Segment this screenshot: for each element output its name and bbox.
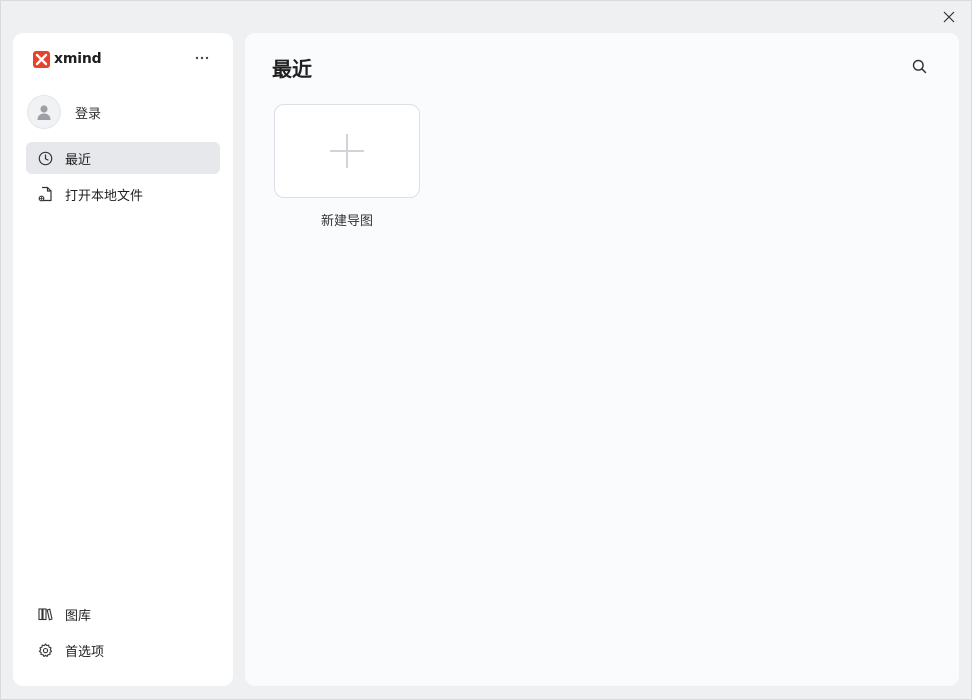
close-button[interactable] [940, 8, 958, 26]
gear-icon [38, 642, 53, 657]
brand-name: xmind [54, 51, 102, 67]
main-panel: 最近 新建导图 [245, 33, 959, 686]
sign-in-label: 登录 [75, 106, 102, 122]
sidebar-item-preferences[interactable]: 首选项 [26, 634, 220, 666]
user-icon [37, 105, 51, 120]
open-file-icon [38, 186, 52, 202]
sidebar: xmind 登录 最近 打开本地文件 图库 首选项 [13, 33, 233, 686]
more-button[interactable] [191, 49, 213, 67]
new-mindmap-label[interactable]: 新建导图 [274, 210, 420, 229]
sign-in-button[interactable]: 登录 [27, 95, 101, 129]
sidebar-item-label: 打开本地文件 [65, 188, 144, 204]
library-icon [38, 608, 53, 621]
search-icon [912, 59, 926, 73]
page-title: 最近 [272, 57, 312, 81]
clock-icon [38, 151, 53, 165]
xmind-logo-icon [33, 50, 50, 68]
new-mindmap-card[interactable] [274, 104, 420, 198]
sidebar-item-recent[interactable]: 最近 [26, 142, 220, 174]
more-horizontal-icon [195, 56, 209, 60]
avatar [27, 95, 61, 129]
close-icon [943, 11, 955, 23]
search-button[interactable] [910, 57, 928, 75]
sidebar-item-label: 最近 [65, 152, 92, 168]
sidebar-item-open-local-file[interactable]: 打开本地文件 [26, 178, 220, 210]
brand: xmind [33, 49, 102, 69]
sidebar-item-label: 首选项 [65, 644, 105, 660]
plus-icon [330, 134, 364, 168]
sidebar-item-label: 图库 [65, 608, 92, 624]
sidebar-item-library[interactable]: 图库 [26, 598, 220, 630]
